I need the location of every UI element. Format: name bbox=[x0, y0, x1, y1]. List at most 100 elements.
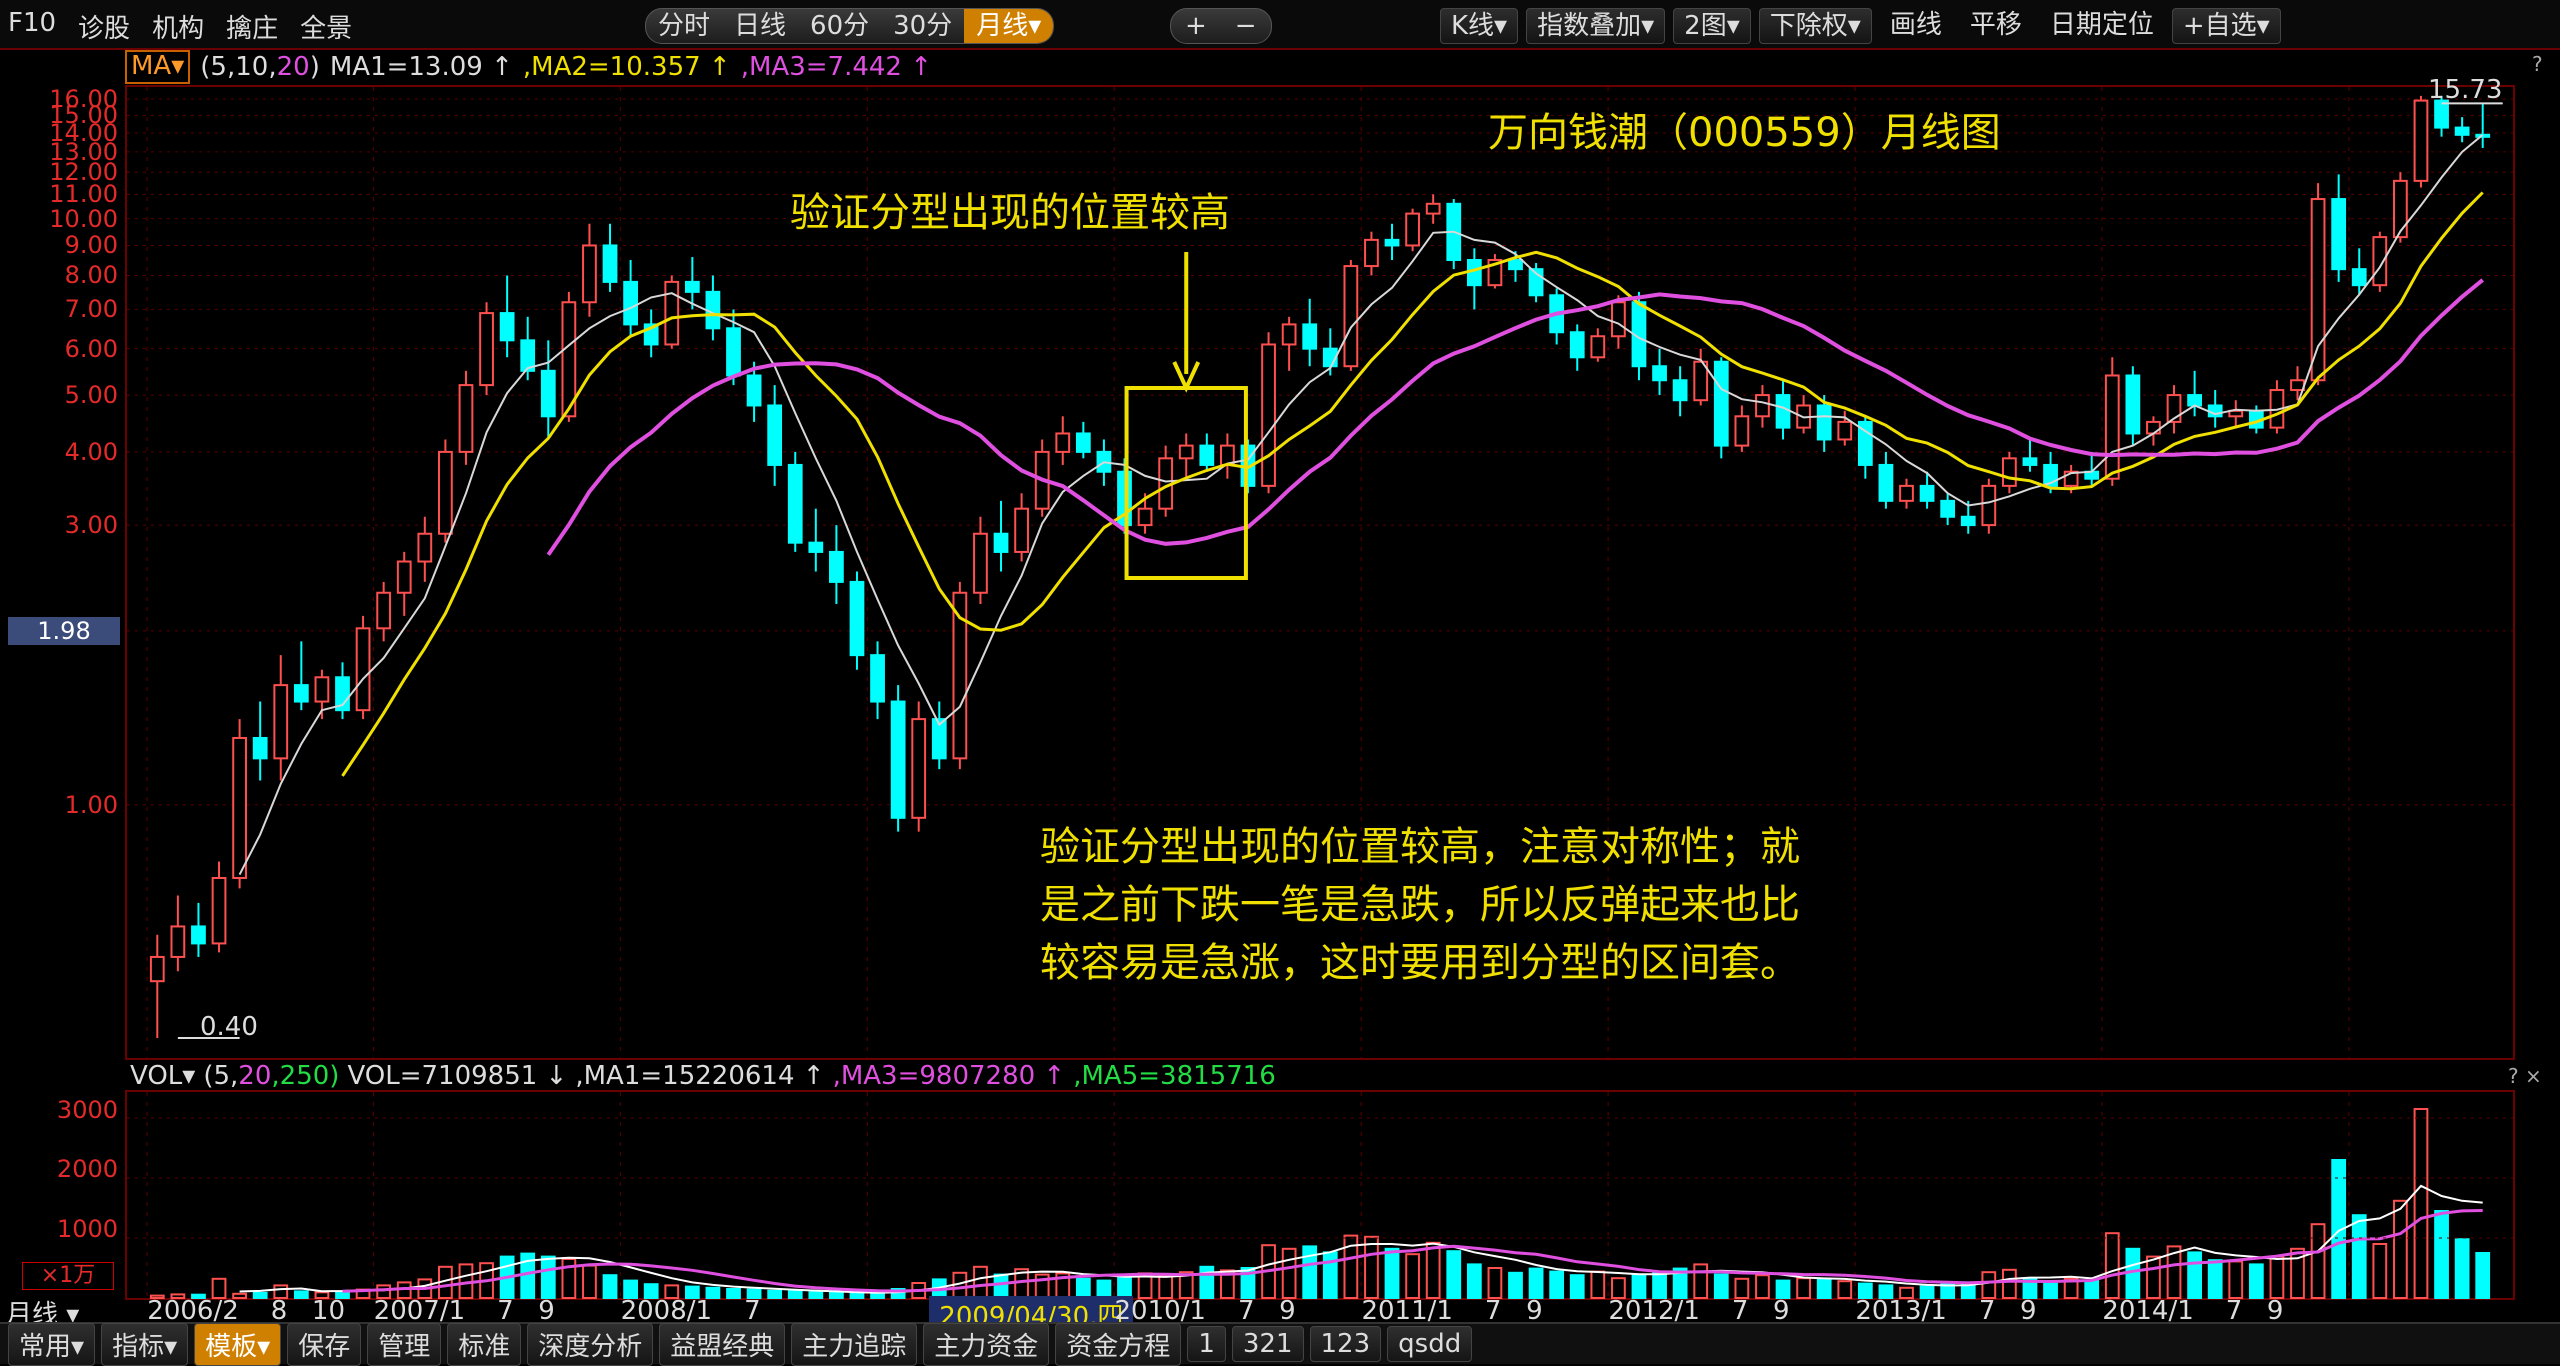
candle-body bbox=[376, 591, 392, 630]
candle-body bbox=[293, 684, 309, 703]
vol-axis-label-2000: 2000 bbox=[56, 1155, 118, 1183]
candle-body bbox=[1281, 323, 1297, 346]
candle-body bbox=[1734, 415, 1750, 447]
bottombar-item[interactable]: qsdd bbox=[1387, 1326, 1473, 1362]
candle-body bbox=[211, 876, 227, 945]
current-price-tag: 1.98 bbox=[8, 616, 120, 645]
candle-body bbox=[1137, 507, 1153, 527]
candle-body bbox=[1960, 515, 1976, 527]
bottombar-item[interactable]: 123 bbox=[1309, 1326, 1382, 1362]
candle-body bbox=[2351, 268, 2367, 287]
volume-bar bbox=[2454, 1238, 2470, 1299]
volume-bar bbox=[2413, 1108, 2429, 1299]
candle-body bbox=[149, 955, 165, 983]
volume-bar bbox=[1508, 1271, 1523, 1300]
candle-body bbox=[232, 736, 247, 879]
volume-bar bbox=[1693, 1263, 1709, 1300]
candle-body bbox=[623, 280, 638, 326]
volume-bar bbox=[1652, 1270, 1667, 1299]
candle-body bbox=[1652, 365, 1667, 382]
candle-body bbox=[1878, 463, 1894, 502]
candle-body bbox=[1405, 212, 1420, 247]
arrow-annotation-text: 验证分型出现的位置较高 bbox=[790, 190, 1230, 236]
bottombar-item[interactable]: 1 bbox=[1187, 1326, 1226, 1362]
candle-body bbox=[1981, 484, 1997, 527]
volume-bar bbox=[993, 1273, 1009, 1299]
vol-unit-badge: ×1万 bbox=[22, 1262, 114, 1290]
candle-body bbox=[1364, 238, 1379, 268]
bottombar-item[interactable]: 标准 bbox=[447, 1322, 522, 1366]
candle-body bbox=[1816, 404, 1832, 441]
candle-body bbox=[458, 384, 474, 453]
bottombar-item[interactable]: 管理 bbox=[367, 1322, 442, 1366]
volume-bar bbox=[1590, 1270, 1606, 1299]
candle-body bbox=[540, 369, 556, 418]
bottombar-item[interactable]: 资金方程 bbox=[1055, 1322, 1182, 1366]
price-axis-label: 1.00 bbox=[64, 790, 118, 819]
bottom-toolbar: 常用▾ 指标▾ 模板▾ 保存 管理 标准 深度分析 益盟经典 主力追踪 主力资金 资金方程 1 321 1… bbox=[0, 1322, 2560, 1366]
volume-bar bbox=[2248, 1263, 2264, 1300]
bottombar-item[interactable]: 主力资金 bbox=[923, 1322, 1050, 1366]
candle-body bbox=[1837, 420, 1853, 441]
candle-body bbox=[1343, 265, 1359, 368]
candle-body bbox=[1611, 301, 1626, 338]
candle-body bbox=[1055, 432, 1071, 453]
price-axis-label: 7.00 bbox=[64, 295, 118, 324]
candle-body bbox=[2393, 179, 2408, 239]
price-axis-label: 6.00 bbox=[64, 334, 118, 363]
candle-body bbox=[726, 327, 741, 377]
candle-body bbox=[993, 532, 1009, 553]
volume-bar bbox=[1981, 1271, 1997, 1299]
volume-bar bbox=[973, 1265, 988, 1300]
candle-body bbox=[2187, 394, 2202, 407]
candle-body bbox=[1425, 202, 1441, 215]
bottombar-item[interactable]: 益盟经典 bbox=[659, 1322, 786, 1366]
candle-body bbox=[2413, 99, 2429, 182]
candle-body bbox=[1261, 343, 1276, 487]
bottombar-item[interactable]: 321 bbox=[1231, 1326, 1304, 1362]
bottombar-item[interactable]: 深度分析 bbox=[527, 1322, 654, 1366]
candle-body bbox=[1590, 335, 1606, 359]
volume-bar bbox=[2207, 1259, 2223, 1299]
candle-body bbox=[787, 463, 803, 544]
volume-bar bbox=[1364, 1235, 1379, 1300]
ma3-line bbox=[546, 278, 2484, 556]
vol-axis-label-3000: 3000 bbox=[56, 1096, 118, 1124]
ma2-line bbox=[341, 191, 2484, 777]
time-axis: 2006/2 8 10 2007/1 7 9 2008/1 7 2009/04/30,四 2010… bbox=[125, 1296, 2515, 1333]
candle-body bbox=[1569, 331, 1585, 359]
volume-bar bbox=[1425, 1241, 1441, 1300]
volume-bar bbox=[1405, 1253, 1420, 1299]
low-price-label: 0.40 bbox=[200, 1012, 258, 1042]
candle-body bbox=[191, 925, 206, 945]
candle-body bbox=[1302, 323, 1318, 350]
volume-bar bbox=[2146, 1255, 2161, 1299]
candle-body bbox=[355, 627, 371, 712]
volume-bar bbox=[1158, 1274, 1174, 1299]
chart-annotation-title: 万向钱潮（000559）月线图 bbox=[1488, 110, 2001, 156]
candle-body bbox=[1775, 394, 1791, 429]
volume-bar bbox=[2104, 1232, 2120, 1299]
volume-bar bbox=[1199, 1265, 1215, 1300]
volume-bar bbox=[2269, 1255, 2285, 1299]
candle-body bbox=[2146, 420, 2161, 435]
candle-body bbox=[664, 280, 680, 346]
candle-body bbox=[273, 684, 289, 760]
price-axis-label: 3.00 bbox=[64, 511, 118, 540]
candle-body bbox=[849, 580, 865, 657]
volume-bar bbox=[1569, 1274, 1585, 1299]
price-axis-label: 8.00 bbox=[64, 261, 118, 290]
price-axis-label: 5.00 bbox=[64, 381, 118, 410]
candle-body bbox=[2104, 374, 2120, 480]
bottombar-item[interactable]: 保存 bbox=[287, 1322, 362, 1366]
candle-body bbox=[1014, 507, 1029, 553]
candle-body bbox=[1940, 499, 1956, 518]
volume-bar bbox=[540, 1255, 556, 1299]
candle-body bbox=[479, 312, 494, 387]
volume-bar bbox=[2310, 1223, 2326, 1299]
price-axis-label: 10.00 bbox=[49, 204, 118, 233]
bottombar-item[interactable]: 常用▾ bbox=[8, 1322, 96, 1366]
bottombar-item[interactable]: 模板▾ bbox=[194, 1322, 282, 1366]
bottombar-item[interactable]: 指标▾ bbox=[101, 1322, 189, 1366]
bottombar-item[interactable]: 主力追踪 bbox=[791, 1322, 918, 1366]
